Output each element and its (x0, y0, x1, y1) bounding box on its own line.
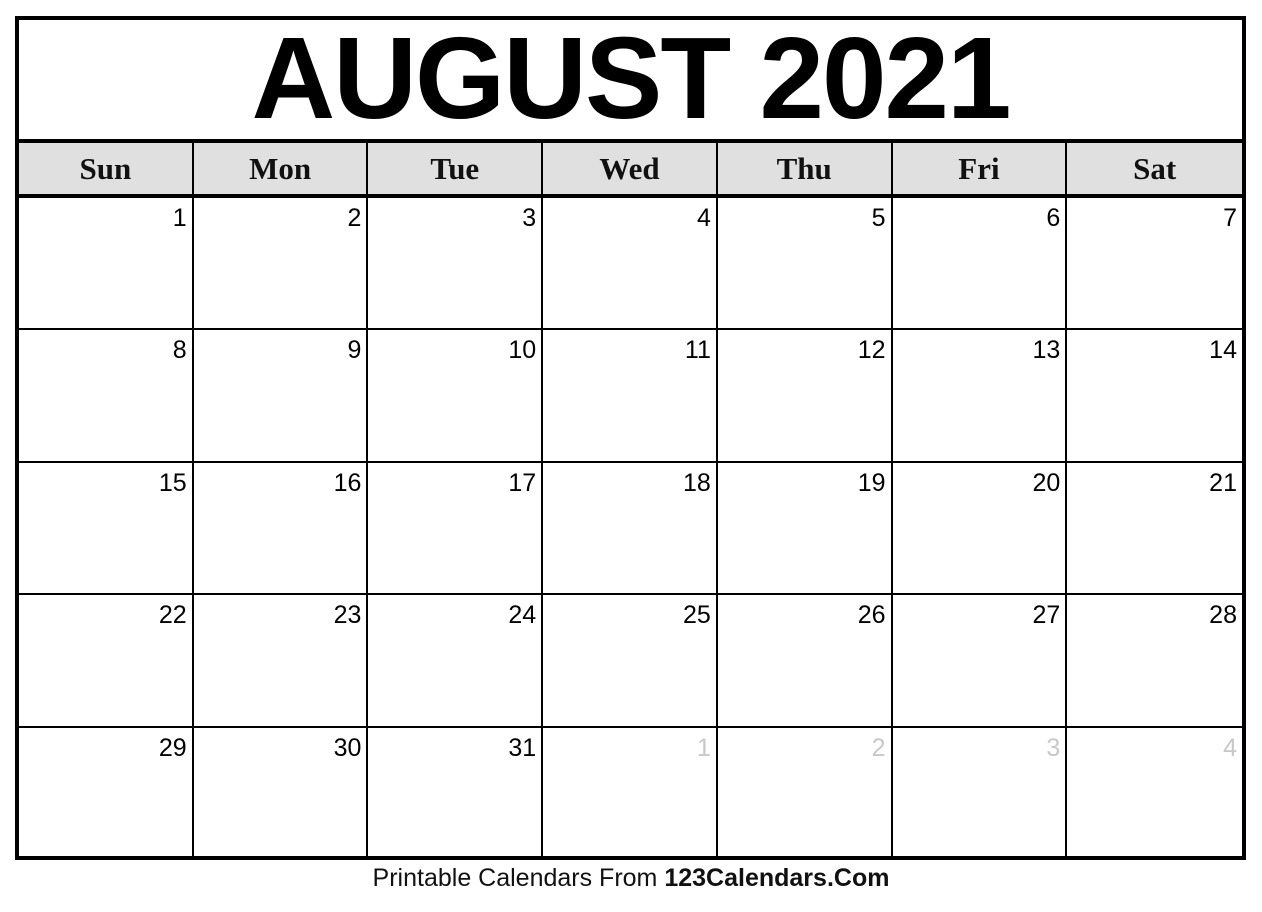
day-cell: 1 (543, 727, 718, 860)
day-number: 13 (1032, 336, 1061, 365)
day-cell: 26 (717, 595, 893, 728)
day-number: 12 (857, 336, 886, 365)
day-cell: 22 (19, 595, 194, 728)
day-cell: 5 (717, 198, 893, 331)
day-cell: 17 (368, 462, 544, 596)
day-number: 25 (683, 601, 711, 630)
day-number: 14 (1209, 336, 1237, 365)
day-number: 26 (857, 601, 886, 630)
day-number: 11 (684, 336, 711, 365)
day-cell: 2 (193, 198, 369, 331)
day-number: 4 (696, 204, 711, 232)
day-cell: 16 (193, 462, 369, 596)
day-number: 29 (158, 733, 187, 762)
day-cell: 2 (718, 727, 893, 860)
day-cell: 23 (193, 595, 369, 728)
day-cell: 7 (1067, 198, 1242, 331)
day-cell: 20 (892, 462, 1068, 596)
day-number: 9 (347, 336, 362, 365)
day-number: 15 (158, 468, 187, 497)
day-number: 30 (333, 733, 362, 762)
weekday-sun: Sun (19, 143, 194, 194)
day-cell: 24 (368, 595, 544, 728)
day-cell: 10 (368, 330, 544, 463)
footer-brand: 123Calendars.Com (664, 864, 890, 892)
weekday-sat: Sat (1133, 150, 1177, 186)
day-cell: 3 (893, 727, 1068, 860)
day-number: 19 (857, 468, 886, 497)
day-cell: 6 (892, 198, 1068, 331)
day-number: 3 (522, 204, 537, 232)
day-grid: 1 2 3 4 5 6 7 8 9 10 11 12 13 14 15 16 17 18 19 20 21 22 23 24 2… (19, 198, 1242, 860)
day-cell: 25 (543, 595, 718, 728)
month-year-label: AUGUST 2021 (251, 12, 1011, 143)
day-cell: 1 (19, 198, 194, 331)
day-number: 3 (1046, 733, 1061, 762)
day-cell: 14 (1067, 330, 1242, 463)
day-number: 2 (871, 733, 886, 762)
weekday-header: Sun Mon Tue Wed Thu Fri Sat (19, 143, 1242, 198)
footer-prefix: Printable Calendars From (372, 864, 665, 892)
weekday-thu: Thu (718, 143, 893, 194)
day-number: 5 (871, 204, 886, 232)
day-cell: 9 (193, 330, 369, 463)
day-number: 1 (696, 733, 711, 762)
day-number: 2 (347, 204, 362, 232)
day-number: 21 (1209, 468, 1237, 497)
day-cell: 3 (368, 198, 544, 331)
day-number: 17 (508, 468, 537, 497)
day-number: 20 (1032, 468, 1061, 497)
footer-credit: Printable Calendars From 123Calendars.Co… (0, 864, 1262, 893)
day-number: 22 (158, 601, 187, 630)
day-cell: 15 (19, 462, 194, 596)
day-number: 8 (172, 336, 187, 365)
calendar-title: AUGUST 2021 (19, 20, 1242, 143)
day-cell: 27 (892, 595, 1068, 728)
day-number: 1 (172, 204, 187, 232)
weekday-mon: Mon (194, 143, 369, 194)
day-cell: 11 (543, 330, 718, 463)
day-cell: 4 (1067, 728, 1242, 860)
day-cell: 19 (717, 462, 893, 596)
day-number: 31 (508, 733, 537, 762)
day-cell: 8 (19, 330, 194, 463)
day-number: 18 (683, 468, 711, 497)
day-cell: 31 (368, 727, 544, 860)
day-number: 24 (508, 601, 537, 630)
calendar: AUGUST 2021 Sun Mon Tue Wed Thu Fri Sat 123456… (15, 16, 1246, 860)
day-cell: 21 (1067, 463, 1242, 596)
day-cell: 28 (1067, 595, 1242, 728)
day-number: 23 (333, 601, 362, 630)
day-number: 7 (1223, 204, 1237, 232)
day-number: 27 (1032, 601, 1061, 630)
weekday-fri: Fri (893, 143, 1068, 194)
day-number: 10 (508, 336, 537, 365)
day-cell: 4 (543, 198, 718, 331)
day-cell: 29 (19, 727, 194, 860)
day-number: 28 (1209, 601, 1237, 630)
weekday-tue: Tue (368, 143, 544, 194)
weekday-wed: Wed (543, 143, 718, 194)
day-cell: 18 (543, 462, 718, 596)
day-cell: 12 (717, 330, 893, 463)
day-number: 16 (333, 468, 362, 497)
day-number: 4 (1223, 733, 1237, 762)
day-number: 6 (1046, 204, 1061, 232)
day-cell: 13 (892, 330, 1068, 463)
day-cell: 30 (194, 727, 369, 860)
